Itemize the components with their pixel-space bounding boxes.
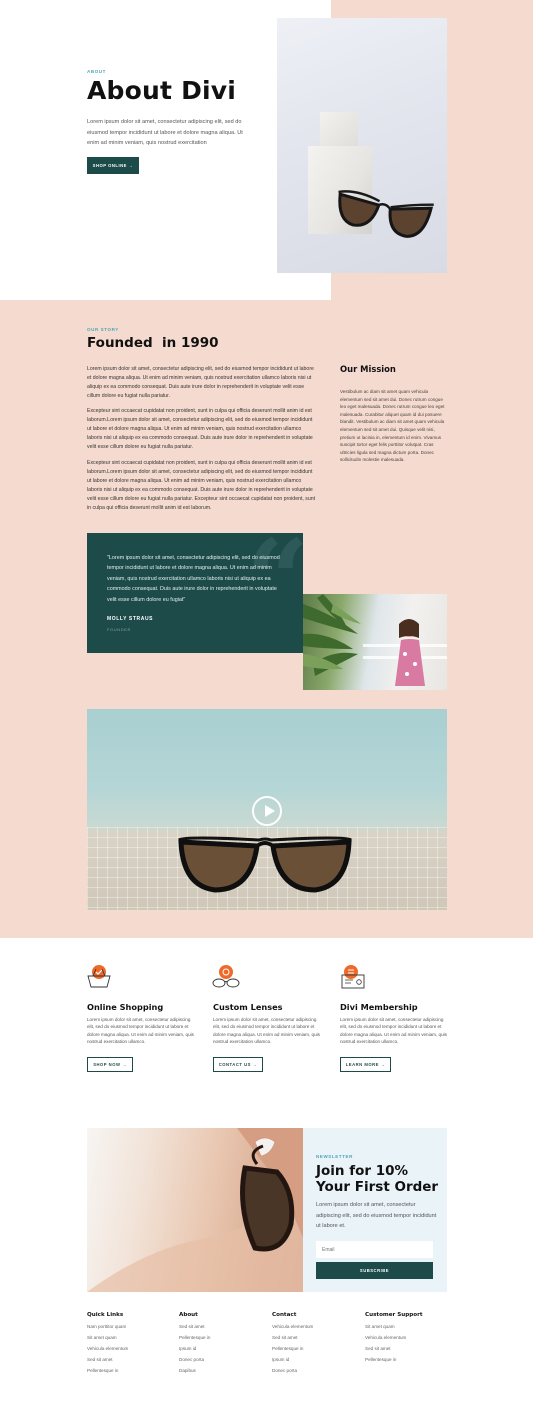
footer-link[interactable]: Donec porta xyxy=(179,1357,269,1362)
footer-link[interactable]: Vehicula elementum xyxy=(87,1346,187,1351)
video-player[interactable] xyxy=(87,709,447,910)
hero-title: About Divi xyxy=(87,76,237,105)
footer-link[interactable]: Ipsum id xyxy=(272,1357,362,1362)
footer-heading: Contact xyxy=(272,1312,297,1318)
play-button[interactable] xyxy=(252,796,282,826)
footer-link[interactable]: Pellentesque in xyxy=(179,1335,269,1340)
newsletter-title: Join for 10% Your First Order xyxy=(316,1163,439,1195)
footer-link[interactable]: Pellentesque in xyxy=(365,1357,455,1362)
footer-column-customer-support: Customer Support Sit amet quam Vehicula … xyxy=(365,1312,455,1362)
footer-link[interactable]: Sit amet quam xyxy=(87,1335,187,1340)
basket-icon xyxy=(87,965,111,988)
footer-link[interactable]: Vehicula elementum xyxy=(272,1324,362,1329)
story-eyebrow: OUR STORY xyxy=(87,327,119,332)
hero-eyebrow: ABOUT xyxy=(87,69,106,74)
shop-now-button[interactable]: SHOP NOW → xyxy=(87,1057,133,1072)
palm-leaves-illustration xyxy=(303,594,447,686)
hero-product-image xyxy=(277,18,447,273)
glasses-icon xyxy=(212,965,240,988)
testimonial-author: MOLLY STRAUS xyxy=(107,616,154,622)
footer-link[interactable]: Sed sit amet xyxy=(272,1335,362,1340)
email-field[interactable] xyxy=(316,1241,433,1258)
footer-column-quick-links: Quick Links Nam porttitor quam Sit amet … xyxy=(87,1312,187,1373)
contact-us-button[interactable]: CONTACT US → xyxy=(213,1057,263,1072)
footer-link[interactable]: Vehicula elementum xyxy=(365,1335,455,1340)
learn-more-button[interactable]: LEARN MORE → xyxy=(340,1057,391,1072)
play-icon xyxy=(265,805,275,817)
footer-link[interactable]: Dapibus xyxy=(179,1368,269,1373)
feature-title-online-shopping: Online Shopping xyxy=(87,1002,164,1012)
feature-text-divi-membership: Lorem ipsum dolor sit amet, consectetur … xyxy=(340,1017,447,1045)
shop-online-button[interactable]: SHOP ONLINE → xyxy=(87,157,139,174)
testimonial-text: "Lorem ipsum dolor sit amet, consectetur… xyxy=(107,555,280,603)
story-paragraph-3: Excepteur sint occaecat cupidatat non pr… xyxy=(87,460,316,512)
footer-heading: Customer Support xyxy=(365,1312,423,1318)
testimonial-role: FOUNDER xyxy=(107,627,131,632)
story-paragraph-1: Lorem ipsum dolor sit amet, consectetur … xyxy=(87,366,314,400)
video-sunglasses-icon xyxy=(178,836,352,893)
feature-title-divi-membership: Divi Membership xyxy=(340,1002,418,1012)
footer-link[interactable]: Pellentesque in xyxy=(87,1368,187,1373)
footer-column-about: About Sed sit amet Pellentesque in Ipsum… xyxy=(179,1312,269,1373)
newsletter-eyebrow: NEWSLETTER xyxy=(316,1154,353,1159)
footer-link[interactable]: Sed sit amet xyxy=(87,1357,187,1362)
story-title: Founded in 1990 xyxy=(87,335,219,351)
mission-title: Our Mission xyxy=(340,364,396,374)
footer-link[interactable]: Sed sit amet xyxy=(179,1324,269,1329)
sunglasses-icon xyxy=(338,190,434,238)
subscribe-button[interactable]: SUBSCRIBE xyxy=(316,1262,433,1279)
testimonial-card: “ "Lorem ipsum dolor sit amet, consectet… xyxy=(87,533,303,653)
footer-link[interactable]: Pellentesque in xyxy=(272,1346,362,1351)
footer-link[interactable]: Nam porttitor quam xyxy=(87,1324,187,1329)
newsletter-text: Lorem ipsum dolor sit amet, consectetur … xyxy=(316,1202,437,1229)
footer-link[interactable]: Sit amet quam xyxy=(365,1324,455,1329)
feature-title-custom-lenses: Custom Lenses xyxy=(213,1002,283,1012)
footer-column-contact: Contact Vehicula elementum Sed sit amet … xyxy=(272,1312,362,1373)
footer-heading: About xyxy=(179,1312,198,1318)
hero-text: Lorem ipsum dolor sit amet, consectetur … xyxy=(87,119,243,146)
footer-link[interactable]: Sed sit amet xyxy=(365,1346,455,1351)
membership-card-icon xyxy=(341,965,365,989)
mission-text: Vestibulum ac diam sit amet quam vehicul… xyxy=(340,389,445,463)
newsletter-hand-image xyxy=(87,1128,303,1292)
feature-text-custom-lenses: Lorem ipsum dolor sit amet, consectetur … xyxy=(213,1017,320,1045)
footer-heading: Quick Links xyxy=(87,1312,124,1318)
story-paragraph-2: Excepteur sint occaecat cupidatat non pr… xyxy=(87,408,313,451)
hand-holding-sunglasses-illustration xyxy=(87,1128,303,1292)
feature-text-online-shopping: Lorem ipsum dolor sit amet, consectetur … xyxy=(87,1017,194,1045)
footer-link[interactable]: Donec porta xyxy=(272,1368,362,1373)
footer-link[interactable]: Ipsum id xyxy=(179,1346,269,1351)
woman-lifestyle-image xyxy=(303,594,447,690)
